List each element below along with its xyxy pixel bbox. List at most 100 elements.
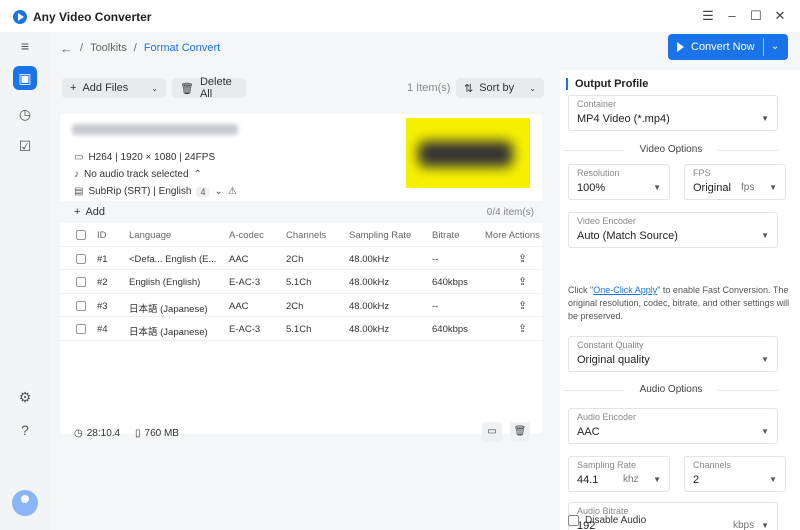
track-codec: E-AC-3: [229, 277, 261, 288]
duration: ◷ 28:10.4: [74, 428, 120, 439]
video-icon: ▭: [74, 152, 84, 163]
video-info-row: ▭ H264 | 1920 × 1080 | 24FPS: [74, 152, 215, 163]
track-id: #3: [97, 300, 108, 312]
one-click-apply-link[interactable]: One-Click Apply: [593, 285, 657, 295]
video-encoder-select[interactable]: Video Encoder Auto (Match Source) ▼: [568, 212, 778, 248]
file-icon: ▯: [135, 428, 141, 439]
track-channels: 2Ch: [286, 300, 304, 312]
clock-icon[interactable]: ◷: [13, 102, 37, 126]
disable-audio-option[interactable]: Disable Audio: [568, 515, 646, 526]
video-encoder-label: Video Encoder: [577, 216, 636, 226]
constant-quality-select[interactable]: Constant Quality Original quality ▼: [568, 336, 778, 372]
fps-value: Original: [693, 182, 731, 194]
chevron-up-icon[interactable]: ⌃: [194, 169, 202, 180]
track-id: #1: [97, 253, 108, 265]
file-card-footer: ◷ 28:10.4 ▯ 760 MB ▭ 🗑: [60, 416, 542, 452]
container-select[interactable]: Container MP4 Video (*.mp4) ▼: [568, 95, 778, 131]
sort-by-button[interactable]: ⇅ Sort by ⌄: [456, 78, 544, 98]
menu-icon[interactable]: ☰: [700, 8, 716, 24]
breadcrumb-separator: /: [80, 42, 84, 54]
back-arrow-icon[interactable]: ←: [60, 41, 73, 56]
resolution-select[interactable]: Resolution 100% ▼: [568, 164, 670, 200]
caret-down-icon: ▼: [653, 183, 661, 192]
caret-down-icon: ▼: [761, 231, 769, 240]
fps-select[interactable]: FPS Original fps ▼: [684, 164, 786, 200]
constant-quality-value: Original quality: [577, 354, 650, 366]
delete-all-button[interactable]: 🗑 Delete All: [172, 76, 246, 100]
gear-icon[interactable]: ⚙: [13, 385, 37, 409]
row-checkbox[interactable]: [76, 324, 86, 334]
sidebar-collapse-icon[interactable]: ≡: [13, 34, 37, 58]
row-checkbox[interactable]: [76, 300, 86, 311]
track-channels: 5.1Ch: [286, 277, 312, 288]
title-bar: Any Video Converter ☰ – ☐ ✕: [0, 0, 800, 32]
file-list-panel: + Add Files ⌄ 🗑 Delete All 1 Item(s) ⇅ S…: [60, 70, 550, 530]
file-size-value: 760 MB: [144, 428, 179, 439]
resolution-value: 100%: [577, 182, 606, 194]
chevron-down-icon[interactable]: ⌄: [214, 186, 222, 197]
caret-down-icon: ▼: [761, 355, 769, 364]
caret-down-icon: ▼: [761, 114, 769, 123]
audio-info-row[interactable]: ♪ No audio track selected ⌃: [74, 169, 202, 180]
toolbox-icon[interactable]: ▣: [13, 66, 37, 90]
share-icon[interactable]: ⇪: [518, 322, 527, 335]
track-bitrate: 640kbps: [432, 324, 468, 335]
sampling-rate-select[interactable]: Sampling Rate 44.1 khz ▼: [568, 456, 670, 492]
track-id: #2: [97, 277, 108, 288]
share-icon[interactable]: ⇪: [518, 299, 527, 312]
table-header: ID Language A-codec Channels Sampling Ra…: [60, 223, 542, 247]
output-profile-title: Output Profile: [566, 78, 648, 90]
share-icon[interactable]: ⇪: [518, 252, 527, 265]
play-icon: [677, 42, 684, 52]
disable-audio-checkbox[interactable]: [568, 515, 579, 526]
warning-icon: ⚠: [227, 186, 237, 197]
row-checkbox[interactable]: [76, 253, 86, 264]
subtitle-count-badge: 4: [196, 186, 210, 197]
trash-icon: 🗑: [180, 82, 194, 95]
convert-now-button[interactable]: Convert Now ⌄: [668, 34, 788, 60]
add-track-button[interactable]: + Add: [74, 206, 105, 218]
table-row: #2 English (English) E-AC-3 5.1Ch 48.00k…: [60, 270, 542, 294]
trash-icon[interactable]: 🗑: [510, 422, 530, 442]
select-all-checkbox[interactable]: [76, 230, 86, 240]
column-header: Channels: [286, 230, 327, 241]
video-thumbnail[interactable]: [406, 118, 530, 188]
app-logo-icon: [13, 10, 27, 24]
track-codec: AAC: [229, 300, 249, 312]
track-codec: AAC: [229, 253, 249, 265]
caret-down-icon: ▼: [761, 521, 769, 530]
subtitle-info-row[interactable]: ▤ SubRip (SRT) | English 4 ⌄ ⚠: [74, 186, 237, 197]
breadcrumb-toolkits[interactable]: Toolkits: [90, 42, 127, 54]
audio-icon: ♪: [74, 169, 79, 180]
close-button[interactable]: ✕: [772, 8, 788, 24]
convert-options-dropdown[interactable]: ⌄: [771, 41, 779, 52]
caret-down-icon: ▼: [769, 183, 777, 192]
sort-by-label: Sort by: [479, 82, 515, 94]
add-files-button[interactable]: + Add Files ⌄: [62, 78, 166, 98]
minimize-button[interactable]: –: [724, 8, 740, 24]
app-title: Any Video Converter: [33, 10, 152, 24]
output-profile-panel: Output Profile Container MP4 Video (*.mp…: [560, 70, 800, 530]
track-count: 0/4 item(s): [486, 207, 534, 218]
row-checkbox[interactable]: [76, 277, 86, 287]
video-encoder-value: Auto (Match Source): [577, 230, 678, 242]
share-icon[interactable]: ⇪: [518, 275, 527, 288]
audio-options-heading: Audio Options: [564, 384, 778, 395]
channels-select[interactable]: Channels 2 ▼: [684, 456, 786, 492]
convert-now-label: Convert Now: [691, 41, 755, 53]
avatar[interactable]: [12, 490, 38, 516]
breadcrumb-separator: /: [133, 42, 137, 54]
sampling-rate-value: 44.1: [577, 474, 599, 486]
folder-icon[interactable]: ▭: [482, 422, 502, 442]
audio-encoder-select[interactable]: Audio Encoder AAC ▼: [568, 408, 778, 444]
track-rate: 48.00kHz: [349, 277, 390, 288]
sidebar: ≡ ▣ ◷ ☑ ⚙ ?: [0, 32, 50, 530]
fps-label: FPS: [693, 168, 711, 178]
chevron-down-icon[interactable]: ⌄: [151, 84, 158, 93]
checklist-icon[interactable]: ☑: [13, 134, 37, 158]
column-header: ID: [97, 230, 107, 241]
audio-track-table: ID Language A-codec Channels Sampling Ra…: [60, 223, 542, 341]
fast-conversion-hint: Click "One-Click Apply" to enable Fast C…: [568, 284, 790, 323]
help-icon[interactable]: ?: [13, 418, 37, 442]
maximize-button[interactable]: ☐: [748, 8, 764, 24]
